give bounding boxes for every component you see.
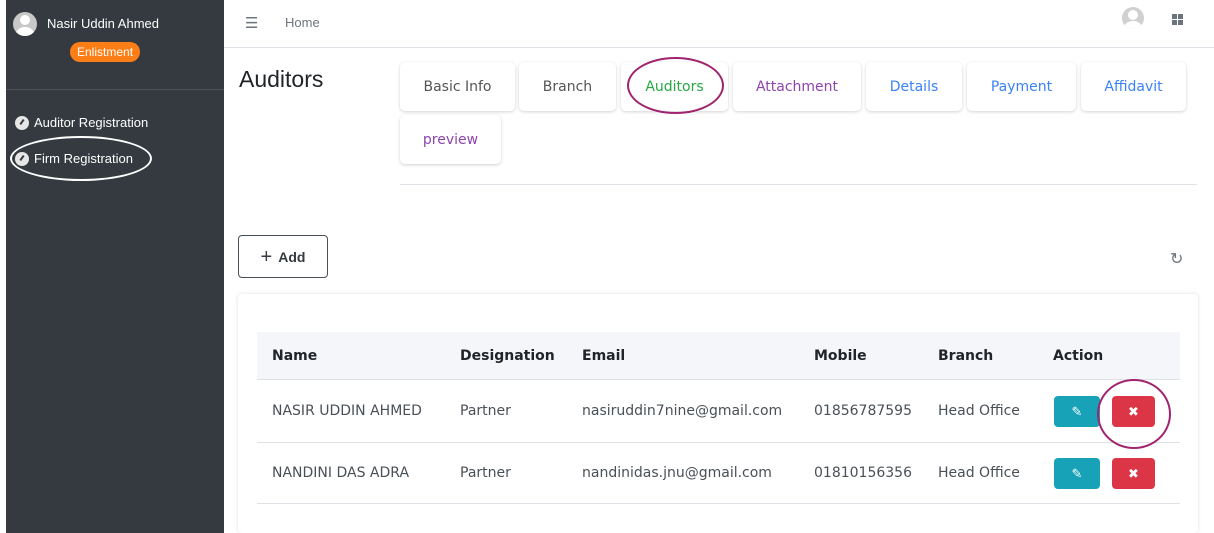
- cell-designation: Partner: [460, 465, 511, 481]
- home-link[interactable]: Home: [285, 15, 320, 30]
- sidebar-item-label: Auditor Registration: [34, 115, 149, 130]
- cell-branch: Head Office: [938, 403, 1020, 419]
- cell-mobile: 01810156356: [814, 465, 912, 481]
- page-title: Auditors: [239, 66, 324, 92]
- column-header-branch: Branch: [938, 348, 994, 364]
- cell-name: NANDINI DAS ADRA: [272, 465, 410, 481]
- cell-email: nandinidas.jnu@gmail.com: [582, 465, 772, 481]
- column-header-action: Action: [1053, 348, 1104, 364]
- tab-details[interactable]: Details: [866, 62, 962, 111]
- user-panel: Nasir Uddin Ahmed Enlistment: [6, 0, 224, 90]
- highlight-circle: [1097, 379, 1171, 449]
- highlight-circle: [10, 136, 152, 181]
- tab-payment[interactable]: Payment: [967, 62, 1076, 111]
- user-avatar-icon: [13, 12, 37, 36]
- column-header-email: Email: [582, 348, 626, 364]
- hamburger-icon[interactable]: ☰: [245, 14, 258, 32]
- delete-button[interactable]: ✖: [1112, 458, 1155, 489]
- column-header-designation: Designation: [460, 348, 555, 364]
- tab-branch[interactable]: Branch: [519, 62, 616, 111]
- cell-branch: Head Office: [938, 465, 1020, 481]
- close-icon: ✖: [1128, 465, 1139, 481]
- edit-icon: ✎: [1071, 403, 1083, 419]
- cell-mobile: 01856787595: [814, 403, 912, 419]
- grid-icon[interactable]: [1172, 14, 1183, 25]
- add-button[interactable]: + Add: [238, 235, 328, 278]
- cell-email: nasiruddin7nine@gmail.com: [582, 403, 783, 419]
- column-header-name: Name: [272, 348, 318, 364]
- edit-icon: ✎: [1071, 465, 1083, 481]
- cell-designation: Partner: [460, 403, 511, 419]
- edit-button[interactable]: ✎: [1054, 396, 1100, 427]
- column-header-mobile: Mobile: [814, 348, 867, 364]
- plus-icon: +: [260, 245, 273, 268]
- dashboard-icon: [15, 115, 29, 130]
- topbar: ☰ Home: [224, 0, 1214, 48]
- tab-attachment[interactable]: Attachment: [733, 62, 861, 111]
- sidebar: Nasir Uddin Ahmed Enlistment Auditor Reg…: [6, 0, 224, 533]
- tab-preview[interactable]: preview: [400, 115, 501, 164]
- table-header: [257, 332, 1180, 380]
- row-divider: [257, 442, 1180, 443]
- user-name: Nasir Uddin Ahmed: [47, 16, 159, 31]
- user-avatar-icon[interactable]: [1122, 7, 1144, 29]
- highlight-circle: [627, 57, 724, 114]
- role-badge: Enlistment: [70, 42, 141, 62]
- refresh-icon[interactable]: ↻: [1170, 249, 1183, 269]
- divider: [400, 184, 1197, 185]
- tab-affidavit[interactable]: Affidavit: [1081, 62, 1186, 111]
- cell-name: NASIR UDDIN AHMED: [272, 403, 422, 419]
- row-divider: [257, 503, 1180, 504]
- tab-basic-info[interactable]: Basic Info: [400, 62, 515, 111]
- sidebar-item-auditor-registration[interactable]: Auditor Registration: [15, 115, 148, 130]
- edit-button[interactable]: ✎: [1054, 458, 1100, 489]
- add-button-label: Add: [278, 248, 306, 265]
